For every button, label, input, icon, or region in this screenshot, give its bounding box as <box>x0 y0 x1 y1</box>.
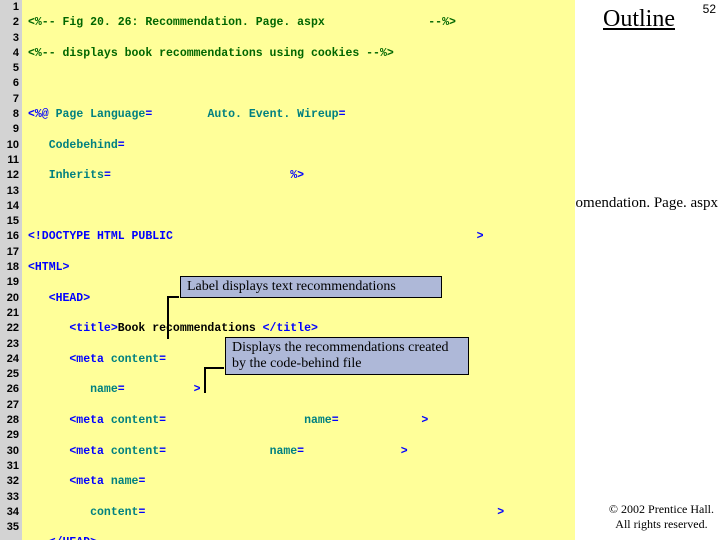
code-line: Inherits= %> <box>28 168 575 183</box>
line-number: 25 <box>0 367 19 382</box>
line-number: 23 <box>0 337 19 352</box>
connector-line <box>204 367 206 393</box>
line-number: 21 <box>0 306 19 321</box>
copyright-line1: © 2002 Prentice Hall. <box>609 502 714 516</box>
line-number: 19 <box>0 275 19 290</box>
code-line: <!DOCTYPE HTML PUBLIC > <box>28 229 575 244</box>
code-line <box>28 76 575 91</box>
code-line: <%-- displays book recommendations using… <box>28 46 575 61</box>
line-number: 22 <box>0 321 19 336</box>
line-number: 5 <box>0 61 19 76</box>
line-number: 32 <box>0 474 19 489</box>
code-line <box>28 199 575 214</box>
line-number-gutter: 1234567891011121314151617181920212223242… <box>0 0 22 540</box>
code-line: </HEAD> <box>28 535 575 540</box>
code-line: <meta content= name= > <box>28 413 575 428</box>
callout-label: Label displays text recommendations <box>180 276 442 298</box>
file-label: Recomendation. Page. aspx <box>552 195 718 212</box>
code-line: Codebehind= <box>28 138 575 153</box>
code-line: name= > <box>28 382 575 397</box>
line-number: 35 <box>0 520 19 535</box>
code-line: <title>Book recommendations </title> <box>28 321 575 336</box>
line-number: 10 <box>0 138 19 153</box>
line-number: 9 <box>0 122 19 137</box>
line-number: 31 <box>0 459 19 474</box>
line-number: 12 <box>0 168 19 183</box>
connector-line <box>204 367 224 369</box>
line-number: 33 <box>0 490 19 505</box>
line-number: 24 <box>0 352 19 367</box>
line-number: 27 <box>0 398 19 413</box>
code-line: <%-- Fig 20. 26: Recommendation. Page. a… <box>28 15 575 30</box>
line-number: 34 <box>0 505 19 520</box>
outline-heading: Outline <box>603 6 675 33</box>
slide-number: 52 <box>703 2 716 16</box>
line-number: 17 <box>0 245 19 260</box>
slide: ▲ ▼ Outline 52 Recomendation. Page. aspx… <box>0 0 720 540</box>
line-number: 28 <box>0 413 19 428</box>
code-line: <meta content= name= > <box>28 444 575 459</box>
connector-line <box>167 296 169 339</box>
code-pane: 1234567891011121314151617181920212223242… <box>0 0 575 540</box>
line-number: 2 <box>0 15 19 30</box>
callout-listbox: Displays the recommendations created by … <box>225 337 469 375</box>
line-number: 1 <box>0 0 19 15</box>
connector-line <box>167 296 179 298</box>
code-line: <%@ Page Language= Auto. Event. Wireup= <box>28 107 575 122</box>
line-number: 26 <box>0 382 19 397</box>
line-number: 18 <box>0 260 19 275</box>
code-body: <%-- Fig 20. 26: Recommendation. Page. a… <box>22 0 575 540</box>
code-line: content= > <box>28 505 575 520</box>
line-number: 6 <box>0 76 19 91</box>
code-line: <meta name= <box>28 474 575 489</box>
line-number: 20 <box>0 291 19 306</box>
line-number: 14 <box>0 199 19 214</box>
line-number: 7 <box>0 92 19 107</box>
code-line: <HTML> <box>28 260 575 275</box>
line-number: 3 <box>0 31 19 46</box>
line-number: 11 <box>0 153 19 168</box>
line-number: 13 <box>0 184 19 199</box>
line-number: 4 <box>0 46 19 61</box>
line-number: 16 <box>0 229 19 244</box>
copyright: © 2002 Prentice Hall. All rights reserve… <box>609 502 714 532</box>
copyright-line2: All rights reserved. <box>615 517 707 531</box>
line-number: 30 <box>0 444 19 459</box>
line-number: 15 <box>0 214 19 229</box>
line-number: 29 <box>0 428 19 443</box>
line-number: 8 <box>0 107 19 122</box>
